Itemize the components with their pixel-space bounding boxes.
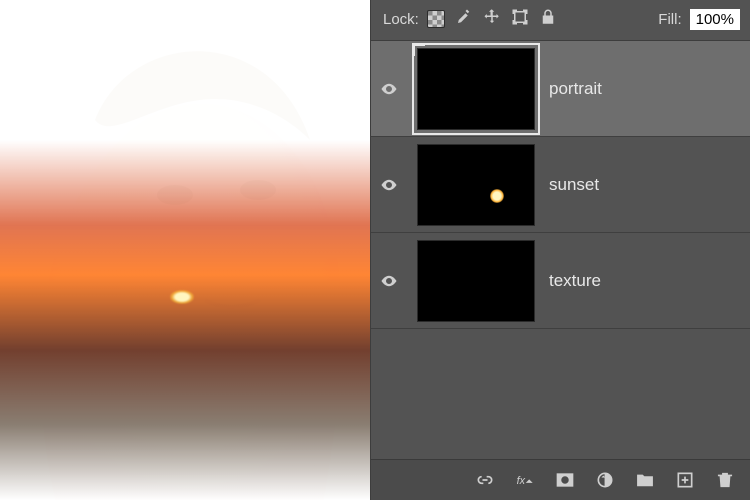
layers-panel-header: Lock: Fill: 100% — [371, 0, 750, 41]
link-layers-button[interactable] — [474, 470, 496, 490]
visibility-toggle[interactable] — [375, 80, 403, 98]
layer-thumbnail[interactable] — [417, 48, 535, 130]
layer-row-sunset[interactable]: sunset — [371, 137, 750, 233]
adjustment-layer-button[interactable] — [594, 470, 616, 490]
lock-transparency-icon[interactable] — [427, 10, 445, 28]
layers-panel-footer: fx — [371, 459, 750, 500]
canvas-preview[interactable] — [0, 0, 370, 500]
visibility-toggle[interactable] — [375, 176, 403, 194]
lock-pixels-icon[interactable] — [455, 8, 473, 30]
delete-layer-button[interactable] — [714, 470, 736, 490]
layers-panel: Lock: Fill: 100% portrait — [370, 0, 750, 500]
layer-name[interactable]: sunset — [549, 175, 599, 195]
new-group-button[interactable] — [634, 470, 656, 490]
layer-name[interactable]: texture — [549, 271, 601, 291]
sunset-layer-render — [0, 0, 370, 500]
layer-thumbnail[interactable] — [417, 144, 535, 226]
lock-options-group — [427, 8, 557, 30]
eye-icon — [380, 272, 398, 290]
lock-artboard-icon[interactable] — [511, 8, 529, 30]
svg-text:fx: fx — [517, 475, 526, 487]
layer-thumbnail[interactable] — [417, 240, 535, 322]
layer-name[interactable]: portrait — [549, 79, 602, 99]
layer-row-texture[interactable]: texture — [371, 233, 750, 329]
eye-icon — [380, 176, 398, 194]
layers-list: portrait sunset texture — [371, 41, 750, 459]
eye-icon — [380, 80, 398, 98]
layer-effects-button[interactable]: fx — [514, 470, 536, 490]
lock-position-icon[interactable] — [483, 8, 501, 30]
add-mask-button[interactable] — [554, 470, 576, 490]
layer-row-portrait[interactable]: portrait — [371, 41, 750, 137]
new-layer-button[interactable] — [674, 470, 696, 490]
lock-all-icon[interactable] — [539, 8, 557, 30]
fill-label: Fill: — [658, 11, 681, 28]
fill-value-input[interactable]: 100% — [690, 9, 740, 30]
lock-label: Lock: — [383, 11, 419, 28]
visibility-toggle[interactable] — [375, 272, 403, 290]
